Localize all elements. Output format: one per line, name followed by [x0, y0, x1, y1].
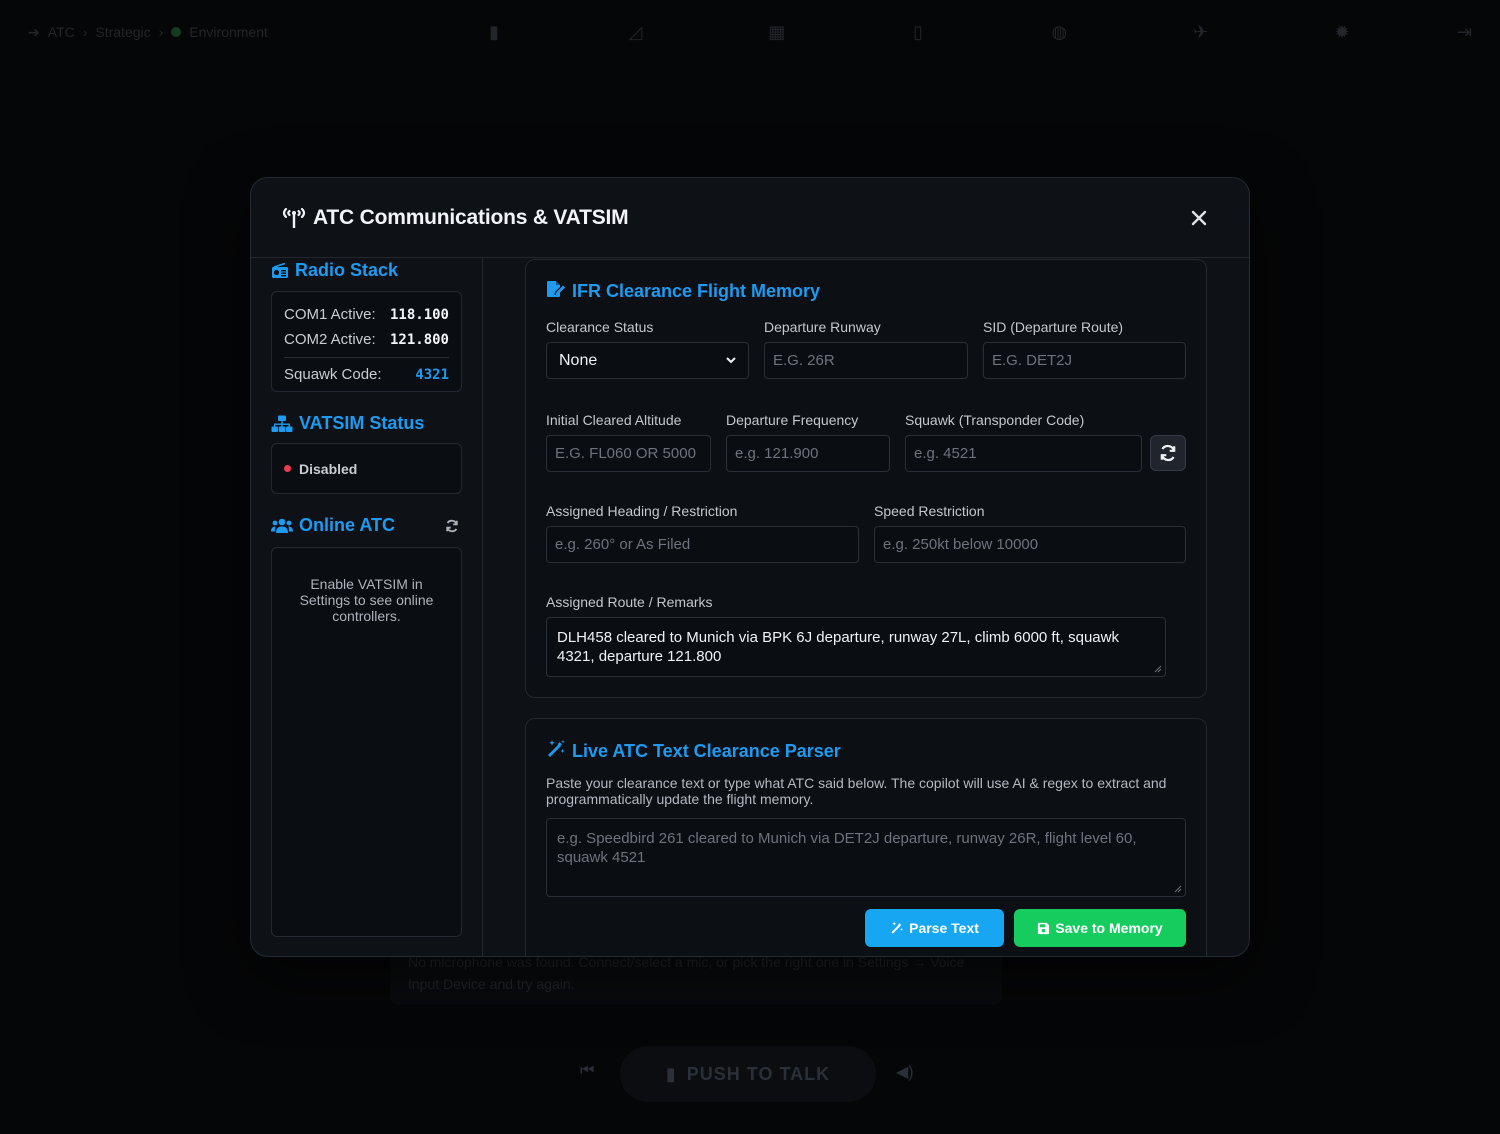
parser-card-title: Live ATC Text Clearance Parser — [546, 739, 841, 764]
users-icon — [271, 518, 293, 534]
generate-squawk-button[interactable] — [1150, 435, 1186, 471]
com1-row: COM1 Active: 118.100 — [284, 302, 449, 327]
clearance-parser-card: Live ATC Text Clearance Parser Paste you… — [525, 718, 1207, 956]
crumb-2: Strategic — [95, 24, 151, 40]
network-icon — [271, 415, 293, 433]
crumb-1: ATC — [47, 24, 75, 40]
com1-value: 118.100 — [389, 306, 449, 323]
background-topbar: ➔ ATC › Strategic › Environment ▮ ◿ ▦ ▯ … — [0, 0, 1500, 64]
speed-restriction-input[interactable] — [874, 526, 1186, 563]
save-icon — [1038, 922, 1050, 934]
status-dot-icon — [284, 465, 291, 472]
com1-label: COM1 Active: — [284, 306, 376, 323]
refresh-icon — [446, 519, 458, 532]
atc-modal: ATC Communications & VATSIM Radio Stack … — [250, 177, 1250, 957]
squawk-code-input[interactable] — [905, 435, 1142, 472]
mic-icon: ▮ — [489, 21, 499, 42]
close-button[interactable] — [1187, 206, 1211, 230]
modal-title: ATC Communications & VATSIM — [281, 206, 629, 230]
save-to-memory-button[interactable]: Save to Memory — [1014, 909, 1186, 947]
resize-grip-icon[interactable] — [1174, 885, 1182, 893]
background-right-icon: ◀) — [896, 1064, 914, 1081]
squawk-value: 4321 — [415, 366, 449, 383]
refresh-atc-button[interactable] — [444, 518, 460, 534]
main-content: IFR Clearance Flight Memory Clearance St… — [483, 258, 1249, 956]
vatsim-status-text: Disabled — [299, 460, 358, 477]
chart-icon: ◿ — [628, 21, 643, 42]
logout-icon: ⇥ — [1456, 21, 1473, 42]
squawk-row: Squawk Code: 4321 — [284, 362, 449, 387]
back-arrow-icon: ➔ — [28, 23, 40, 40]
online-atc-heading: Online ATC — [271, 515, 462, 536]
globe-icon: ◍ — [1051, 21, 1068, 42]
crumb-3: Environment — [189, 24, 268, 40]
initial-altitude-label: Initial Cleared Altitude — [546, 412, 682, 428]
radio-icon: ▦ — [768, 21, 786, 42]
ifr-card-title: IFR Clearance Flight Memory — [546, 280, 820, 303]
refresh-icon — [1160, 444, 1176, 462]
online-atc-message: Enable VATSIM in Settings to see online … — [299, 576, 434, 624]
modal-body: Radio Stack COM1 Active: 118.100 COM2 Ac… — [251, 258, 1249, 956]
gear-icon: ✹ — [1334, 21, 1350, 42]
modal-header: ATC Communications & VATSIM — [251, 178, 1249, 258]
initial-altitude-input[interactable] — [546, 435, 711, 472]
broadcast-tower-icon — [281, 206, 307, 230]
online-atc-panel: Enable VATSIM in Settings to see online … — [271, 547, 462, 937]
chevron-down-icon — [726, 357, 736, 364]
speed-restriction-label: Speed Restriction — [874, 503, 985, 519]
departure-frequency-label: Departure Frequency — [726, 412, 859, 428]
resize-grip-icon[interactable] — [1154, 665, 1162, 673]
vatsim-status-panel: Disabled — [271, 443, 462, 494]
clearance-text-input[interactable]: e.g. Speedbird 261 cleared to Munich via… — [546, 818, 1186, 897]
sid-label: SID (Departure Route) — [983, 319, 1124, 335]
status-dot-icon — [171, 27, 182, 37]
sid-input[interactable] — [983, 342, 1186, 379]
edit-document-icon — [546, 280, 566, 303]
magic-wand-icon — [891, 921, 904, 934]
com2-value: 121.800 — [389, 331, 449, 348]
vatsim-status-heading: VATSIM Status — [271, 413, 424, 434]
left-sidebar: Radio Stack COM1 Active: 118.100 COM2 Ac… — [251, 258, 483, 956]
heading-label: Assigned Heading / Restriction — [546, 503, 738, 519]
plane-icon: ✈ — [1193, 21, 1209, 42]
squawk-label: Squawk Code: — [284, 366, 382, 383]
radio-stack-panel: COM1 Active: 118.100 COM2 Active: 121.80… — [271, 291, 462, 392]
route-remarks-label: Assigned Route / Remarks — [546, 594, 713, 610]
background-breadcrumb: ➔ ATC › Strategic › Environment — [28, 23, 268, 41]
radio-stack-heading: Radio Stack — [271, 260, 398, 281]
magic-wand-icon — [546, 739, 566, 764]
radio-divider — [284, 357, 449, 358]
departure-frequency-input[interactable] — [726, 435, 890, 472]
clearance-status-label: Clearance Status — [546, 319, 654, 335]
background-left-icon: ⏮ — [580, 1062, 595, 1079]
tower-icon: ▯ — [913, 21, 923, 42]
parse-text-button[interactable]: Parse Text — [865, 909, 1004, 947]
com2-label: COM2 Active: — [284, 331, 376, 348]
close-icon — [1191, 210, 1207, 225]
background-push-to-talk: ▮ PUSH TO TALK — [620, 1046, 876, 1102]
ifr-clearance-card: IFR Clearance Flight Memory Clearance St… — [525, 259, 1207, 698]
parser-description: Paste your clearance text or type what A… — [546, 775, 1167, 807]
com2-row: COM2 Active: 121.800 — [284, 327, 449, 352]
route-remarks-textarea[interactable]: DLH458 cleared to Munich via BPK 6J depa… — [546, 617, 1166, 677]
departure-runway-input[interactable] — [764, 342, 968, 379]
mic-icon-ptt: ▮ — [665, 1063, 677, 1084]
clearance-status-select[interactable]: None — [546, 342, 749, 379]
departure-runway-label: Departure Runway — [764, 319, 881, 335]
heading-input[interactable] — [546, 526, 859, 563]
radio-icon — [271, 262, 289, 279]
squawk-code-label: Squawk (Transponder Code) — [905, 412, 1085, 428]
